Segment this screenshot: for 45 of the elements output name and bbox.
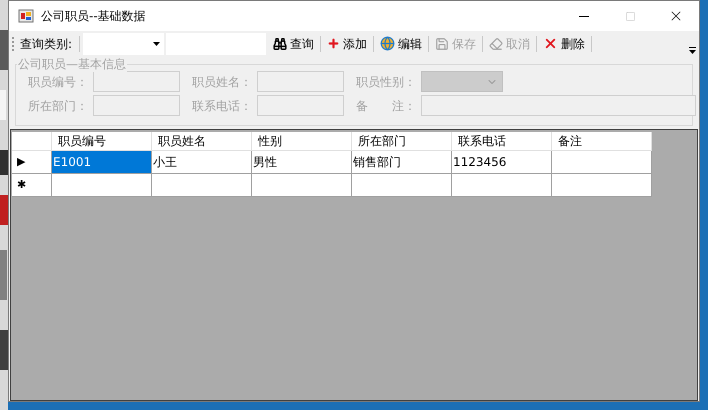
field-label: 所在部门： xyxy=(27,98,88,114)
dropdown-arrow-icon xyxy=(153,42,160,46)
group-title: 公司职员—基本信息 xyxy=(17,56,127,72)
column-header: 职员姓名 xyxy=(152,132,252,151)
table-cell[interactable] xyxy=(452,174,552,197)
category-dropdown[interactable] xyxy=(83,32,164,54)
plus-icon xyxy=(327,37,340,50)
window-title: 公司职员--基础数据 xyxy=(41,8,146,25)
table-cell[interactable] xyxy=(552,174,652,197)
table-cell[interactable] xyxy=(552,151,652,174)
globe-icon xyxy=(380,36,396,51)
overflow-icon xyxy=(689,47,697,55)
column-header: 备注 xyxy=(552,132,652,151)
toolbar-label: 查询类别: xyxy=(20,36,72,52)
field-label: 职员姓名： xyxy=(191,74,252,90)
field-label: 职员编号： xyxy=(27,74,88,90)
table-cell[interactable]: 1123456 xyxy=(452,151,552,174)
column-header: 联系电话 xyxy=(452,132,552,151)
field-label: 备 注： xyxy=(355,98,416,114)
toolbar-button[interactable]: 编辑 xyxy=(377,32,426,54)
table-cell[interactable] xyxy=(152,174,252,197)
column-header: 所在部门 xyxy=(352,132,452,151)
field-label: 职员性别： xyxy=(355,74,416,90)
app-icon xyxy=(18,8,34,24)
maximize-icon xyxy=(624,10,636,22)
table-cell[interactable]: 小王 xyxy=(152,151,252,174)
toolbar-button[interactable]: 查询 xyxy=(270,32,318,54)
column-header: 性别 xyxy=(252,132,352,151)
toolbar-button[interactable]: 添加 xyxy=(324,32,370,54)
row-header[interactable]: ✱ xyxy=(12,174,52,197)
table-cell[interactable]: 男性 xyxy=(252,151,352,174)
floppy-icon xyxy=(435,36,450,50)
table-cell[interactable] xyxy=(52,174,152,197)
eraser-icon xyxy=(489,36,504,50)
toolbar-button[interactable]: 删除 xyxy=(540,32,588,54)
grip-icon xyxy=(12,36,15,52)
table-cell[interactable]: E1001 xyxy=(52,151,152,174)
table-cell[interactable] xyxy=(352,174,452,197)
column-header: 职员编号 xyxy=(52,132,152,151)
corner-cell xyxy=(12,132,52,151)
table-cell[interactable]: 销售部门 xyxy=(352,151,452,174)
binoculars-icon xyxy=(273,36,288,50)
table-cell[interactable] xyxy=(252,174,352,197)
row-header[interactable]: ▶ xyxy=(12,151,52,174)
field-label: 联系电话： xyxy=(191,98,252,114)
